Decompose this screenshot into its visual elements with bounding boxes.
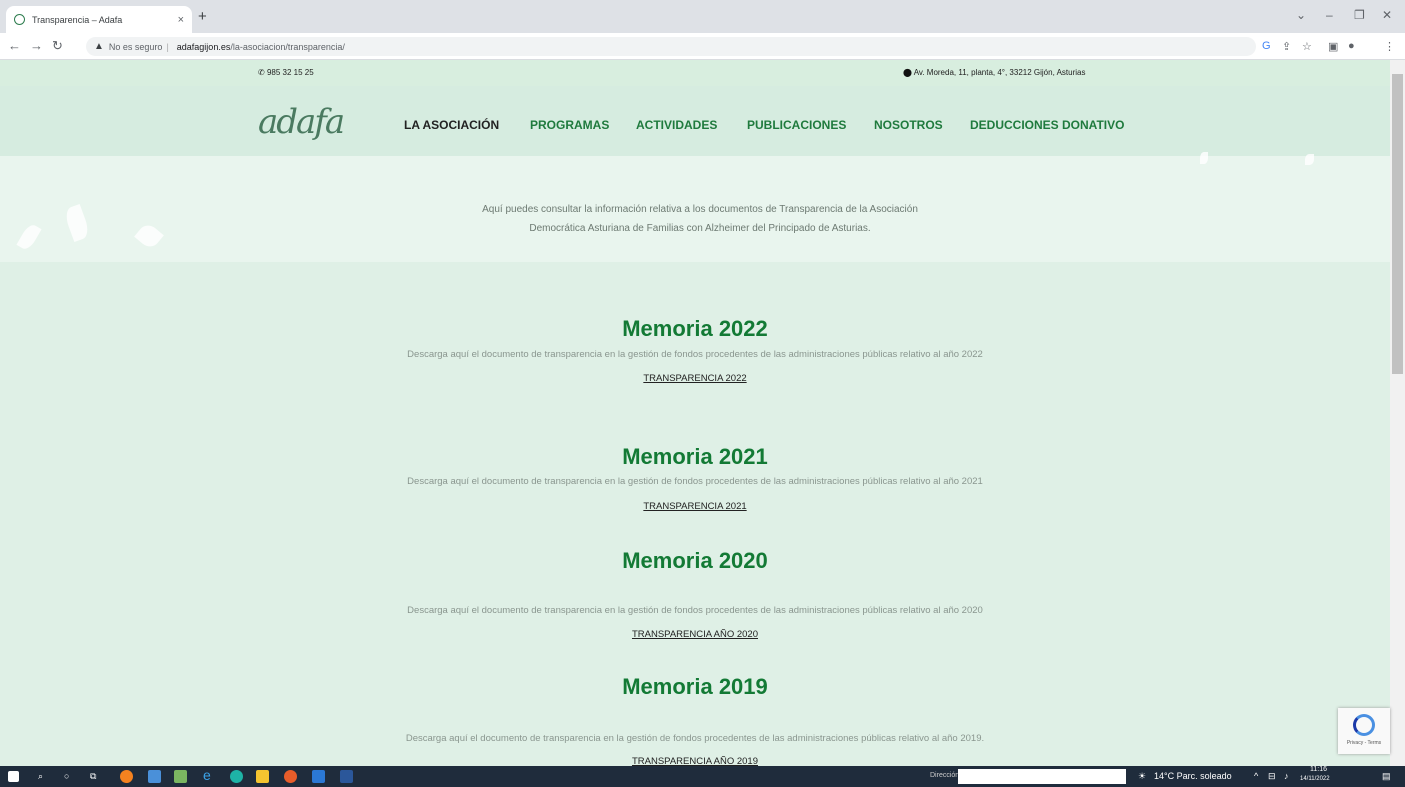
page-scrollbar[interactable]: [1390, 60, 1405, 766]
nav-la-asociacion[interactable]: LA ASOCIACIÓN: [404, 118, 499, 132]
menu-kebab-icon[interactable]: ⋮: [1384, 40, 1395, 53]
close-tab-icon[interactable]: ×: [178, 14, 184, 26]
nav-actividades[interactable]: ACTIVIDADES: [636, 118, 717, 132]
recaptcha-icon: [1353, 714, 1375, 736]
reload-icon[interactable]: ↻: [52, 39, 63, 53]
site-logo[interactable]: adafa: [258, 102, 345, 142]
tab-search-icon[interactable]: ⌄: [1296, 8, 1306, 22]
address-label: Dirección: [930, 772, 960, 779]
network-icon[interactable]: ⊟: [1268, 771, 1276, 782]
weather-sun-icon: ☀: [1138, 771, 1147, 781]
volume-icon[interactable]: ♪: [1284, 771, 1289, 781]
file-explorer-icon[interactable]: [256, 770, 269, 783]
security-label: No es seguro: [108, 41, 163, 52]
scrollbar-thumb[interactable]: [1392, 74, 1403, 374]
intro-line-2: Democrática Asturiana de Familias con Al…: [529, 223, 871, 234]
address: ⬤ Av. Moreda, 11, planta, 4°, 33212 Gijó…: [903, 68, 1085, 77]
tray-chevron-icon[interactable]: ^: [1254, 771, 1258, 781]
memoria-description: Descarga aquí el documento de transparen…: [405, 733, 985, 744]
memoria-title: Memoria 2022: [622, 316, 768, 341]
recaptcha-badge[interactable]: Privacy - Terms: [1338, 708, 1390, 754]
leaf-decoration: [1305, 154, 1314, 165]
nav-publicaciones[interactable]: PUBLICACIONES: [747, 118, 846, 132]
edge-icon[interactable]: e: [203, 767, 211, 783]
task-view-icon[interactable]: ⧉: [90, 771, 96, 782]
warning-icon: ▲: [94, 41, 104, 52]
contact-bar: ✆ 985 32 15 25 ⬤ Av. Moreda, 11, planta,…: [0, 60, 1390, 86]
browser-tab-bar: Transparencia – Adafa × + ⌄ – ❐ ✕: [0, 0, 1405, 33]
new-tab-button[interactable]: +: [198, 9, 207, 24]
tab-title: Transparencia – Adafa: [32, 14, 123, 25]
address-bar[interactable]: ▲ No es seguro | adafagijon.es/la-asocia…: [86, 37, 1256, 56]
browser-toolbar: ← → ↻ ▲ No es seguro | adafagijon.es/la-…: [0, 33, 1405, 60]
separator: |: [166, 41, 169, 52]
intro-line-1: Aquí puedes consultar la información rel…: [482, 204, 918, 215]
memoria-description: Descarga aquí el documento de transparen…: [407, 476, 983, 487]
leaf-decoration: [62, 203, 92, 243]
memoria-link[interactable]: TRANSPARENCIA AÑO 2019: [0, 756, 1390, 766]
memoria-title: Memoria 2019: [622, 674, 768, 699]
outlook-icon[interactable]: [312, 770, 325, 783]
leaf-decoration: [134, 221, 164, 251]
memoria-link[interactable]: TRANSPARENCIA 2022: [0, 373, 1390, 384]
share-icon[interactable]: ⇪: [1282, 40, 1291, 53]
bookmark-star-icon[interactable]: ☆: [1302, 40, 1312, 53]
edge-chromium-icon[interactable]: [230, 770, 243, 783]
search-icon[interactable]: ⌕: [38, 771, 43, 782]
url-host: adafagijon.es: [176, 41, 231, 52]
clock-time[interactable]: 11:16: [1310, 766, 1327, 773]
cortana-icon[interactable]: ○: [64, 771, 69, 781]
memoria-title: Memoria 2020: [622, 548, 768, 573]
taskbar-address-input[interactable]: [958, 769, 1126, 784]
url-path: /la-asociacion/transparencia/: [230, 41, 345, 52]
firefox-icon[interactable]: [120, 770, 133, 783]
leaf-decoration: [16, 222, 42, 252]
app-icon[interactable]: [148, 770, 161, 783]
weather-text[interactable]: 14°C Parc. soleado: [1154, 771, 1232, 781]
nav-deducciones-donativo[interactable]: DEDUCCIONES DONATIVO: [970, 118, 1124, 132]
memorias-list: Memoria 2022 Descarga aquí el documento …: [0, 262, 1390, 766]
back-icon[interactable]: ←: [8, 39, 21, 53]
minimize-icon[interactable]: –: [1326, 8, 1333, 22]
page: ✆ 985 32 15 25 ⬤ Av. Moreda, 11, planta,…: [0, 60, 1390, 766]
clock-date[interactable]: 14/11/2022: [1300, 776, 1330, 782]
close-window-icon[interactable]: ✕: [1382, 8, 1392, 22]
phone-number: 985 32 15 25: [266, 68, 314, 77]
phone[interactable]: ✆ 985 32 15 25: [258, 68, 314, 77]
recaptcha-label: Privacy - Terms: [1346, 740, 1382, 746]
favicon-icon: [14, 14, 25, 25]
sidepanel-icon[interactable]: ▣: [1328, 40, 1338, 53]
memoria-title: Memoria 2021: [622, 444, 768, 469]
windows-taskbar: ⌕ ○ ⧉ e Dirección ☀ 14°C Parc. soleado ^…: [0, 766, 1405, 787]
forward-icon[interactable]: →: [30, 39, 43, 53]
windows-start-icon[interactable]: [8, 771, 19, 782]
leaf-decoration: [1200, 152, 1208, 164]
word-icon[interactable]: [340, 770, 353, 783]
hero-banner: Aquí puedes consultar la información rel…: [0, 152, 1390, 262]
nav-nosotros[interactable]: NOSOTROS: [874, 118, 943, 132]
memoria-description: Descarga aquí el documento de transparen…: [407, 605, 983, 616]
memoria-link[interactable]: TRANSPARENCIA AÑO 2020: [0, 629, 1390, 640]
browser-tab[interactable]: Transparencia – Adafa ×: [6, 6, 192, 33]
memoria-link[interactable]: TRANSPARENCIA 2021: [0, 501, 1390, 512]
profile-icon[interactable]: ●: [1348, 40, 1355, 52]
google-icon[interactable]: G: [1262, 40, 1271, 52]
location-pin-icon: ⬤: [903, 68, 914, 77]
chrome-icon[interactable]: [284, 770, 297, 783]
phone-icon: ✆: [258, 68, 267, 77]
memoria-description: Descarga aquí el documento de transparen…: [407, 349, 983, 360]
notifications-icon[interactable]: ▤: [1382, 771, 1391, 782]
nav-programas[interactable]: PROGRAMAS: [530, 118, 609, 132]
site-header: adafa LA ASOCIACIÓN PROGRAMAS ACTIVIDADE…: [0, 86, 1390, 156]
notes-icon[interactable]: [174, 770, 187, 783]
address-text: Av. Moreda, 11, planta, 4°, 33212 Gijón,…: [913, 68, 1086, 77]
intro-text: Aquí puedes consultar la información rel…: [395, 200, 1005, 238]
restore-icon[interactable]: ❐: [1354, 8, 1365, 22]
